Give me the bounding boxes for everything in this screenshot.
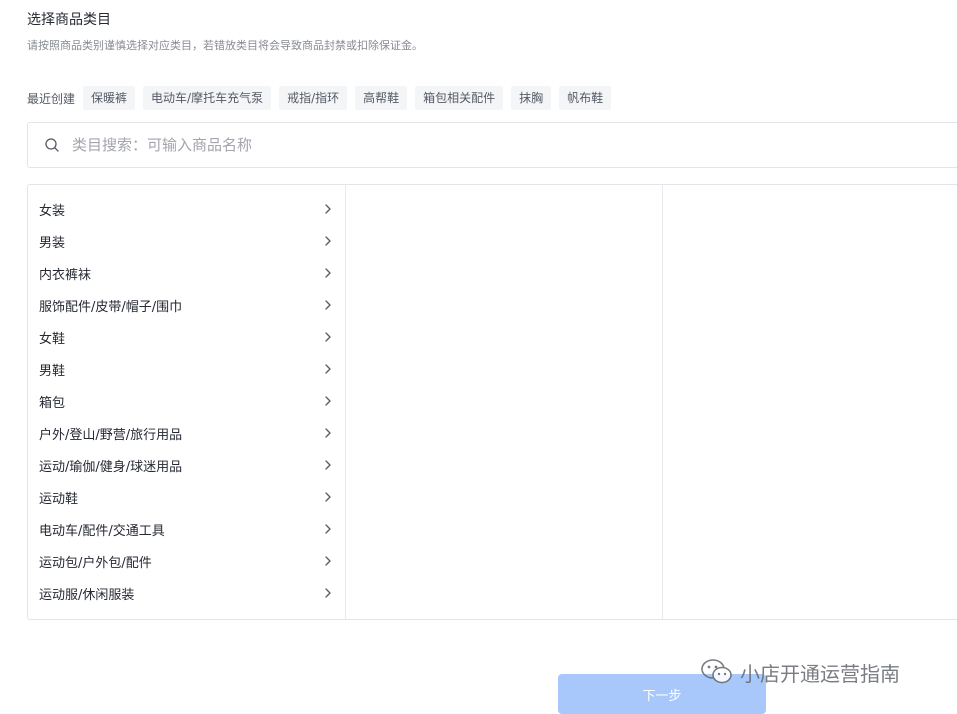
chevron-right-icon: [323, 204, 333, 214]
category-item-label: 运动鞋: [39, 491, 79, 507]
category-column-level3: [663, 185, 957, 619]
chevron-right-icon: [323, 428, 333, 438]
category-item[interactable]: 运动包/户外包/配件: [28, 545, 345, 577]
wechat-logo-icon: [700, 657, 734, 687]
search-icon: [44, 137, 60, 153]
page-subtitle: 请按照商品类别谨慎选择对应类目，若错放类目将会导致商品封禁或扣除保证金。: [27, 39, 423, 52]
category-item-label: 女装: [39, 203, 66, 219]
category-item-label: 电动车/配件/交通工具: [39, 523, 165, 539]
category-item[interactable]: 箱包: [28, 385, 345, 417]
category-item-label: 运动/瑜伽/健身/球迷用品: [39, 459, 183, 475]
recent-categories: 最近创建 保暖裤 电动车/摩托车充气泵 戒指/指环 高帮鞋 箱包相关配件 抹胸 …: [27, 85, 619, 111]
category-item[interactable]: 男鞋: [28, 353, 345, 385]
category-item-label: 箱包: [39, 395, 66, 411]
category-item-label: 户外/登山/野营/旅行用品: [39, 427, 183, 443]
recent-chip[interactable]: 保暖裤: [83, 86, 136, 110]
watermark: 小店开通运营指南: [700, 657, 900, 687]
category-item[interactable]: 女鞋: [28, 321, 345, 353]
category-item-label: 服饰配件/皮带/帽子/围巾: [39, 299, 183, 315]
category-item-label: 运动包/户外包/配件: [39, 555, 152, 571]
recent-chip[interactable]: 抹胸: [511, 86, 552, 110]
category-item-label: 男装: [39, 235, 66, 251]
chevron-right-icon: [323, 460, 333, 470]
category-search-box[interactable]: [27, 122, 957, 168]
chevron-right-icon: [323, 556, 333, 566]
category-item[interactable]: 户外/登山/野营/旅行用品: [28, 417, 345, 449]
category-item-label: 运动服/休闲服装: [39, 587, 135, 603]
chevron-right-icon: [323, 588, 333, 598]
category-item[interactable]: 内衣裤袜: [28, 257, 345, 289]
chevron-right-icon: [323, 236, 333, 246]
category-search-input[interactable]: [70, 135, 774, 155]
category-item[interactable]: 运动/瑜伽/健身/球迷用品: [28, 449, 345, 481]
recent-chip[interactable]: 高帮鞋: [355, 86, 408, 110]
category-item-label: 内衣裤袜: [39, 267, 92, 283]
category-item[interactable]: 女装: [28, 193, 345, 225]
recent-chip[interactable]: 箱包相关配件: [415, 86, 504, 110]
category-item[interactable]: 电动车/配件/交通工具: [28, 513, 345, 545]
page-title: 选择商品类目: [27, 12, 111, 28]
chevron-right-icon: [323, 300, 333, 310]
chevron-right-icon: [323, 332, 333, 342]
category-item-label: 女鞋: [39, 331, 66, 347]
chevron-right-icon: [323, 268, 333, 278]
category-panels: 女装男装内衣裤袜服饰配件/皮带/帽子/围巾 女鞋男鞋箱包户外/登山/野营/旅行用品…: [27, 184, 957, 620]
chevron-right-icon: [323, 396, 333, 406]
category-column-level1: 女装男装内衣裤袜服饰配件/皮带/帽子/围巾 女鞋男鞋箱包户外/登山/野营/旅行用品…: [28, 185, 346, 619]
category-item-label: 男鞋: [39, 363, 66, 379]
chevron-right-icon: [323, 492, 333, 502]
recent-chip[interactable]: 电动车/摩托车充气泵: [143, 86, 272, 110]
category-item[interactable]: 服饰配件/皮带/帽子/围巾: [28, 289, 345, 321]
category-item[interactable]: 运动鞋: [28, 481, 345, 513]
category-column-level2: [346, 185, 663, 619]
watermark-text: 小店开通运营指南: [740, 661, 900, 686]
recent-chip[interactable]: 戒指/指环: [279, 86, 348, 110]
category-item[interactable]: 运动服/休闲服装: [28, 577, 345, 609]
recent-label: 最近创建: [27, 91, 76, 106]
chevron-right-icon: [323, 524, 333, 534]
category-item[interactable]: 男装: [28, 225, 345, 257]
recent-chip[interactable]: 帆布鞋: [559, 86, 612, 110]
chevron-right-icon: [323, 364, 333, 374]
category-list: 女装男装内衣裤袜服饰配件/皮带/帽子/围巾 女鞋男鞋箱包户外/登山/野营/旅行用品…: [28, 185, 345, 609]
